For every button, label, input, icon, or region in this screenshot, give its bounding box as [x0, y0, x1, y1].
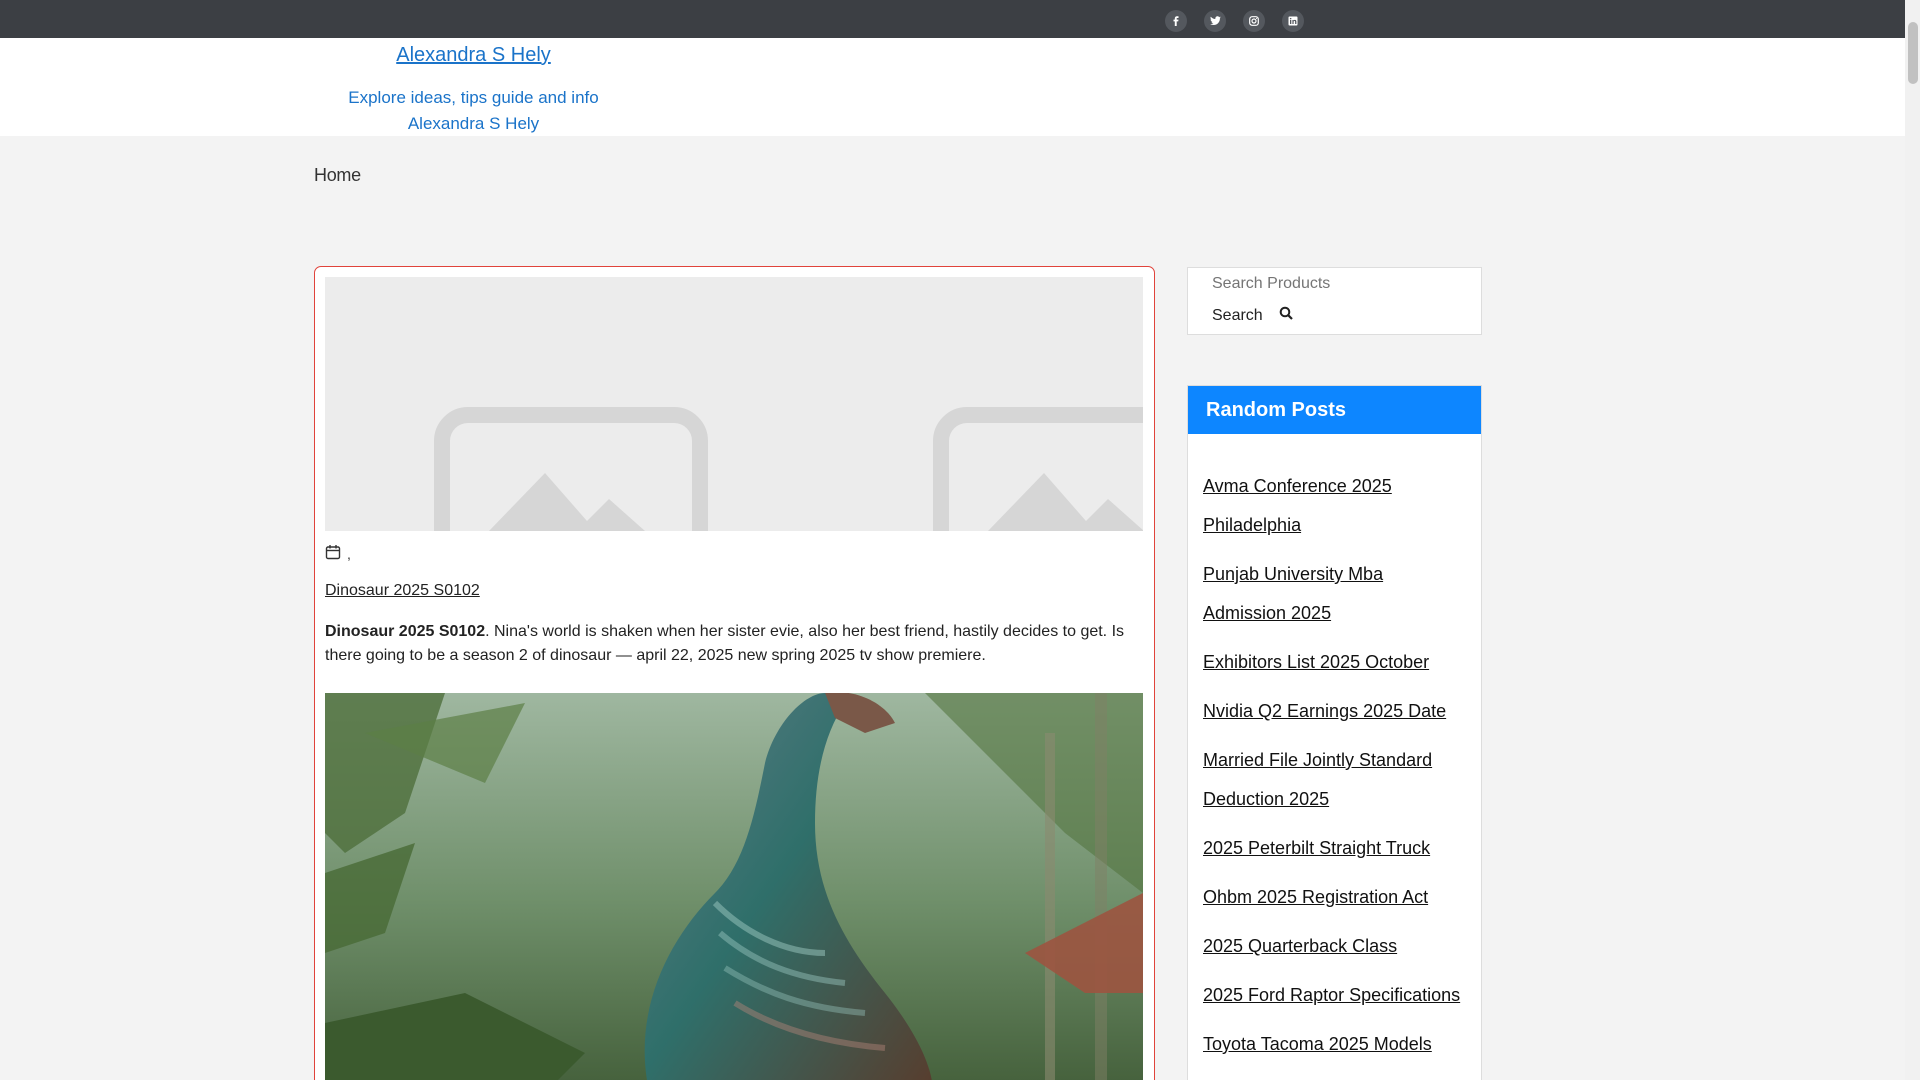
post-hero-image[interactable]	[325, 693, 1143, 1080]
calendar-icon	[325, 544, 341, 563]
list-item: Toyota Tacoma 2025 Models	[1203, 1025, 1467, 1064]
search-input[interactable]	[1212, 272, 1462, 296]
search-button-label: Search	[1212, 306, 1263, 324]
post-meta: ,	[325, 544, 351, 563]
search-button[interactable]: Search	[1212, 306, 1293, 325]
image-placeholder-icons	[434, 407, 1143, 531]
image-placeholder-icon	[933, 407, 1143, 531]
post-title-link[interactable]: Dinosaur 2025 S0102	[325, 582, 480, 600]
social-links	[1165, 10, 1304, 32]
top-bar	[0, 0, 1905, 38]
site-header: Alexandra S Hely Explore ideas, tips gui…	[0, 38, 1905, 136]
breadcrumb-home[interactable]: Home	[314, 165, 361, 185]
list-item: Nvidia Q2 Earnings 2025 Date	[1203, 692, 1467, 731]
list-item: Exhibitors List 2025 October	[1203, 643, 1467, 682]
list-item: 2025 Quarterback Class	[1203, 927, 1467, 966]
thumbnail-strip	[325, 277, 1143, 531]
excerpt-keyword: Dinosaur 2025 S0102	[325, 623, 486, 640]
random-post-link[interactable]: Nvidia Q2 Earnings 2025 Date	[1203, 701, 1446, 721]
site-tagline: Explore ideas, tips guide and info Alexa…	[348, 88, 599, 133]
site-branding: Alexandra S Hely Explore ideas, tips gui…	[330, 38, 617, 137]
random-post-link[interactable]: 2025 Ford Raptor Specifications	[1203, 985, 1460, 1005]
breadcrumb: Home	[314, 165, 361, 186]
random-posts-list: Avma Conference 2025 Philadelphia Punjab…	[1188, 434, 1481, 1064]
post-card: , Dinosaur 2025 S0102 Dinosaur 2025 S010…	[314, 266, 1155, 1080]
list-item: Avma Conference 2025 Philadelphia	[1203, 467, 1467, 545]
search-widget: Search	[1187, 267, 1482, 335]
image-placeholder-icon	[434, 407, 708, 531]
post-excerpt: Dinosaur 2025 S0102. Nina's world is sha…	[325, 620, 1135, 668]
list-item: Punjab University Mba Admission 2025	[1203, 555, 1467, 633]
list-item: Ohbm 2025 Registration Act	[1203, 878, 1467, 917]
list-item: Married File Jointly Standard Deduction …	[1203, 741, 1467, 819]
random-post-link[interactable]: Punjab University Mba Admission 2025	[1203, 564, 1383, 623]
random-post-link[interactable]: Avma Conference 2025 Philadelphia	[1203, 476, 1392, 535]
scrollbar-thumb[interactable]	[1908, 22, 1918, 84]
random-posts-title: Random Posts	[1188, 386, 1481, 434]
search-icon	[1279, 306, 1293, 325]
dinosaur-illustration	[325, 693, 1143, 1080]
site-title-link[interactable]: Alexandra S Hely	[396, 44, 551, 67]
random-posts-widget: Random Posts Avma Conference 2025 Philad…	[1187, 385, 1482, 1080]
random-post-link[interactable]: Married File Jointly Standard Deduction …	[1203, 750, 1432, 809]
twitter-icon[interactable]	[1204, 10, 1226, 32]
random-post-link[interactable]: Exhibitors List 2025 October	[1203, 652, 1429, 672]
random-post-link[interactable]: 2025 Peterbilt Straight Truck	[1203, 838, 1430, 858]
random-post-link[interactable]: 2025 Quarterback Class	[1203, 936, 1397, 956]
page-scrollbar[interactable]	[1905, 0, 1920, 1080]
list-item: 2025 Ford Raptor Specifications	[1203, 976, 1467, 1015]
post-date: ,	[347, 545, 351, 562]
facebook-icon[interactable]	[1165, 10, 1187, 32]
linkedin-icon[interactable]	[1282, 10, 1304, 32]
random-post-link[interactable]: Toyota Tacoma 2025 Models	[1203, 1034, 1432, 1054]
list-item: 2025 Peterbilt Straight Truck	[1203, 829, 1467, 868]
instagram-icon[interactable]	[1243, 10, 1265, 32]
random-post-link[interactable]: Ohbm 2025 Registration Act	[1203, 887, 1428, 907]
